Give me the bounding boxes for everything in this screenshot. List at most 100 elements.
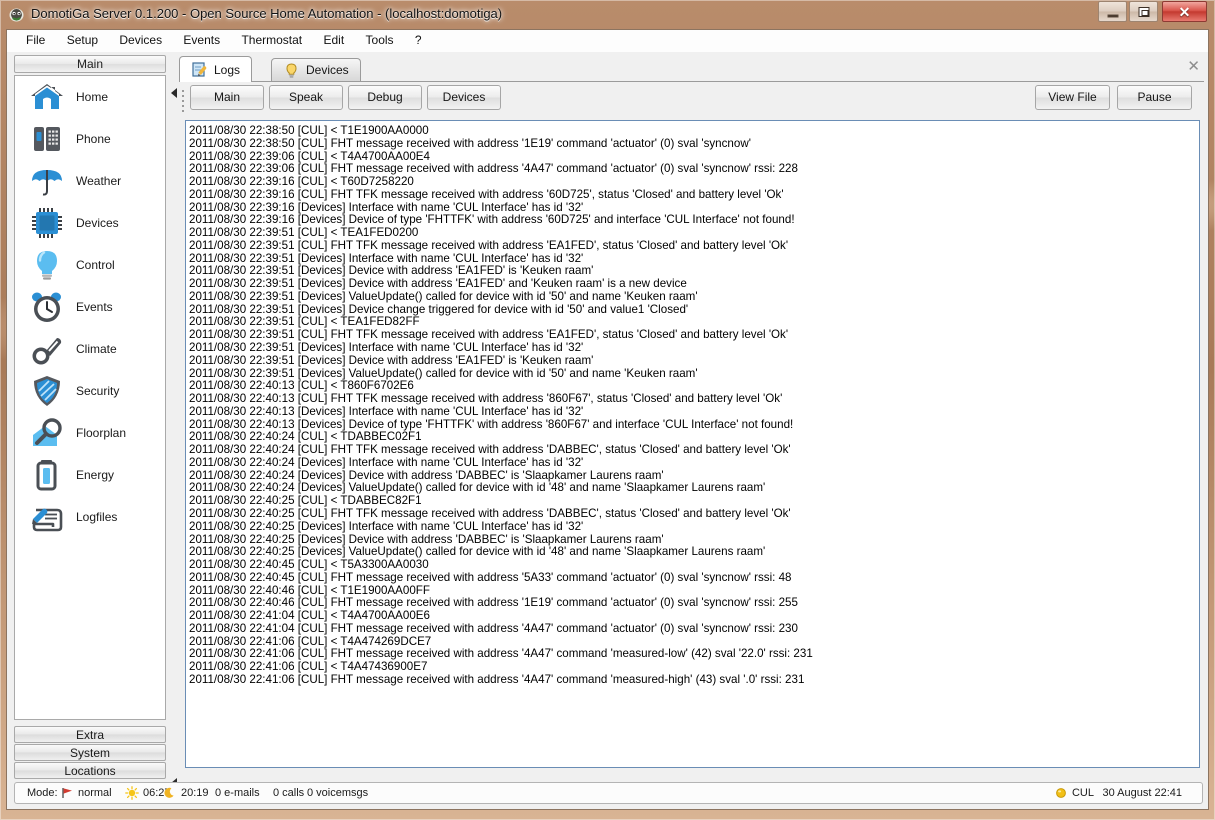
status-voicemsgs: 0 voicemsgs [307, 787, 369, 799]
tab-label: Logs [214, 62, 241, 77]
red-flag-icon [60, 786, 74, 800]
sun-icon [125, 786, 139, 800]
status-interface-name: CUL [1071, 787, 1094, 799]
close-tab-button[interactable]: ✕ [1187, 59, 1200, 74]
pause-button[interactable]: Pause [1117, 85, 1192, 110]
toolbar-grip-handle[interactable] [181, 90, 186, 112]
notepad-pencil-icon [191, 61, 208, 78]
sidebar-item-events[interactable]: Events [15, 286, 165, 328]
sidebar-item-devices[interactable]: Devices [15, 202, 165, 244]
status-interface: CUL [1054, 783, 1094, 803]
tab-devices[interactable]: Devices [271, 58, 361, 81]
log-filter-devices-button[interactable]: Devices [427, 85, 501, 110]
tab-strip-divider [179, 81, 1204, 82]
menu-edit[interactable]: Edit [314, 30, 353, 50]
menu-events[interactable]: Events [174, 30, 229, 50]
thermometer-icon [27, 329, 67, 369]
log-line: 2011/08/30 22:39:51 [CUL] < TEA1FED0200 [189, 226, 419, 240]
menu-thermostat[interactable]: Thermostat [232, 30, 311, 50]
minimize-button[interactable] [1098, 1, 1127, 22]
sidebar-header: Main [14, 55, 166, 73]
menu-bar: File Setup Devices Events Thermostat Edi… [7, 30, 1208, 52]
sidebar-item-logfiles[interactable]: Logfiles [15, 496, 165, 538]
sidebar: Main Home Phone Weather Devices Control … [14, 55, 166, 779]
menu-help[interactable]: ? [406, 30, 431, 50]
log-line: 2011/08/30 22:40:25 [Devices] Interface … [189, 519, 584, 533]
sidebar-item-label: Home [76, 90, 109, 104]
chip-icon [27, 203, 67, 243]
log-line: 2011/08/30 22:38:50 [CUL] FHT message re… [189, 136, 751, 150]
log-line: 2011/08/30 22:39:16 [CUL] < T60D7258220 [189, 175, 414, 189]
scroll-pencil-icon [27, 497, 67, 537]
battery-icon [27, 455, 67, 495]
log-line: 2011/08/30 22:39:16 [CUL] FHT TFK messag… [189, 187, 784, 201]
log-line: 2011/08/30 22:38:50 [CUL] < T1E1900AA000… [189, 124, 429, 137]
sidebar-item-security[interactable]: Security [15, 370, 165, 412]
sidebar-item-energy[interactable]: Energy [15, 454, 165, 496]
title-bar: DomotiGa Server 0.1.200 - Open Source Ho… [0, 0, 1215, 29]
sidebar-item-label: Control [76, 258, 115, 272]
log-filter-main-button[interactable]: Main [190, 85, 264, 110]
minimize-icon [1107, 14, 1118, 17]
log-line: 2011/08/30 22:41:06 [CUL] < T4A47436900E… [189, 660, 428, 674]
sidebar-footer: Extra System Locations [14, 726, 166, 780]
log-line: 2011/08/30 22:39:51 [Devices] ValueUpdat… [189, 289, 698, 303]
log-line: 2011/08/30 22:40:25 [CUL] FHT TFK messag… [189, 506, 791, 520]
status-datetime: 30 August 22:41 [1102, 787, 1182, 799]
menu-file[interactable]: File [17, 30, 54, 50]
phone-icon [27, 119, 67, 159]
log-line: 2011/08/30 22:40:24 [CUL] FHT TFK messag… [189, 443, 791, 457]
sidebar-item-floorplan[interactable]: Floorplan [15, 412, 165, 454]
sidebar-item-weather[interactable]: Weather [15, 160, 165, 202]
status-mode-label: Mode: [27, 787, 58, 799]
maximize-icon [1138, 6, 1149, 17]
log-output-panel[interactable]: 2011/08/30 22:38:50 [CUL] < T1E1900AA000… [185, 120, 1200, 768]
sidebar-item-climate[interactable]: Climate [15, 328, 165, 370]
log-line: 2011/08/30 22:40:13 [Devices] Interface … [189, 404, 584, 418]
log-filter-debug-button[interactable]: Debug [348, 85, 422, 110]
menu-devices[interactable]: Devices [110, 30, 171, 50]
sidebar-item-control[interactable]: Control [15, 244, 165, 286]
sidebar-item-label: Energy [76, 468, 115, 482]
sidebar-item-list: Home Phone Weather Devices Control Event… [14, 75, 166, 720]
lightbulb-icon [283, 62, 300, 79]
maximize-button[interactable] [1129, 1, 1158, 22]
lightbulb-icon [27, 245, 67, 285]
menu-tools[interactable]: Tools [357, 30, 403, 50]
sidebar-item-phone[interactable]: Phone [15, 118, 165, 160]
main-panel: Logs Devices ✕ Main Speak Debug Devices … [179, 56, 1204, 778]
tab-logs[interactable]: Logs [179, 56, 253, 82]
menu-setup[interactable]: Setup [58, 30, 107, 50]
sidebar-button-locations[interactable]: Locations [14, 762, 166, 779]
app-icon [9, 8, 24, 22]
status-dot-icon [1054, 786, 1068, 800]
log-line: 2011/08/30 22:41:04 [CUL] FHT message re… [189, 621, 798, 635]
close-icon: ✕ [1178, 3, 1191, 20]
sidebar-item-label: Floorplan [76, 426, 127, 440]
sidebar-item-label: Events [76, 300, 113, 314]
sidebar-button-system[interactable]: System [14, 744, 166, 761]
close-button[interactable]: ✕ [1162, 1, 1207, 22]
sidebar-item-label: Devices [76, 216, 119, 230]
log-line: 2011/08/30 22:40:45 [CUL] < T5A3300AA003… [189, 558, 429, 572]
log-line: 2011/08/30 22:39:51 [CUL] FHT TFK messag… [189, 238, 789, 252]
log-line: 2011/08/30 22:40:45 [CUL] FHT message re… [189, 570, 792, 584]
sidebar-collapse-top-arrow-icon[interactable] [171, 88, 177, 98]
sidebar-item-home[interactable]: Home [15, 76, 165, 118]
view-file-button[interactable]: View File [1035, 85, 1110, 110]
window-title: DomotiGa Server 0.1.200 - Open Source Ho… [31, 6, 503, 21]
sidebar-button-extra[interactable]: Extra [14, 726, 166, 743]
sidebar-item-label: Phone [76, 132, 111, 146]
shield-icon [27, 371, 67, 411]
status-mode: normal [60, 783, 112, 803]
log-filter-speak-button[interactable]: Speak [269, 85, 343, 110]
log-line: 2011/08/30 22:41:04 [CUL] < T4A4700AA00E… [189, 609, 430, 623]
log-line: 2011/08/30 22:41:06 [CUL] FHT message re… [189, 672, 805, 686]
status-sunset: 20:19 [163, 783, 209, 803]
status-bar: Mode: normal 06:27 20:19 0 e-mails 0 cal… [14, 782, 1203, 804]
status-emails: 0 e-mails [215, 787, 260, 799]
sidebar-item-label: Weather [76, 174, 122, 188]
house-icon [27, 77, 67, 117]
sidebar-item-label: Logfiles [76, 510, 118, 524]
umbrella-icon [27, 161, 67, 201]
